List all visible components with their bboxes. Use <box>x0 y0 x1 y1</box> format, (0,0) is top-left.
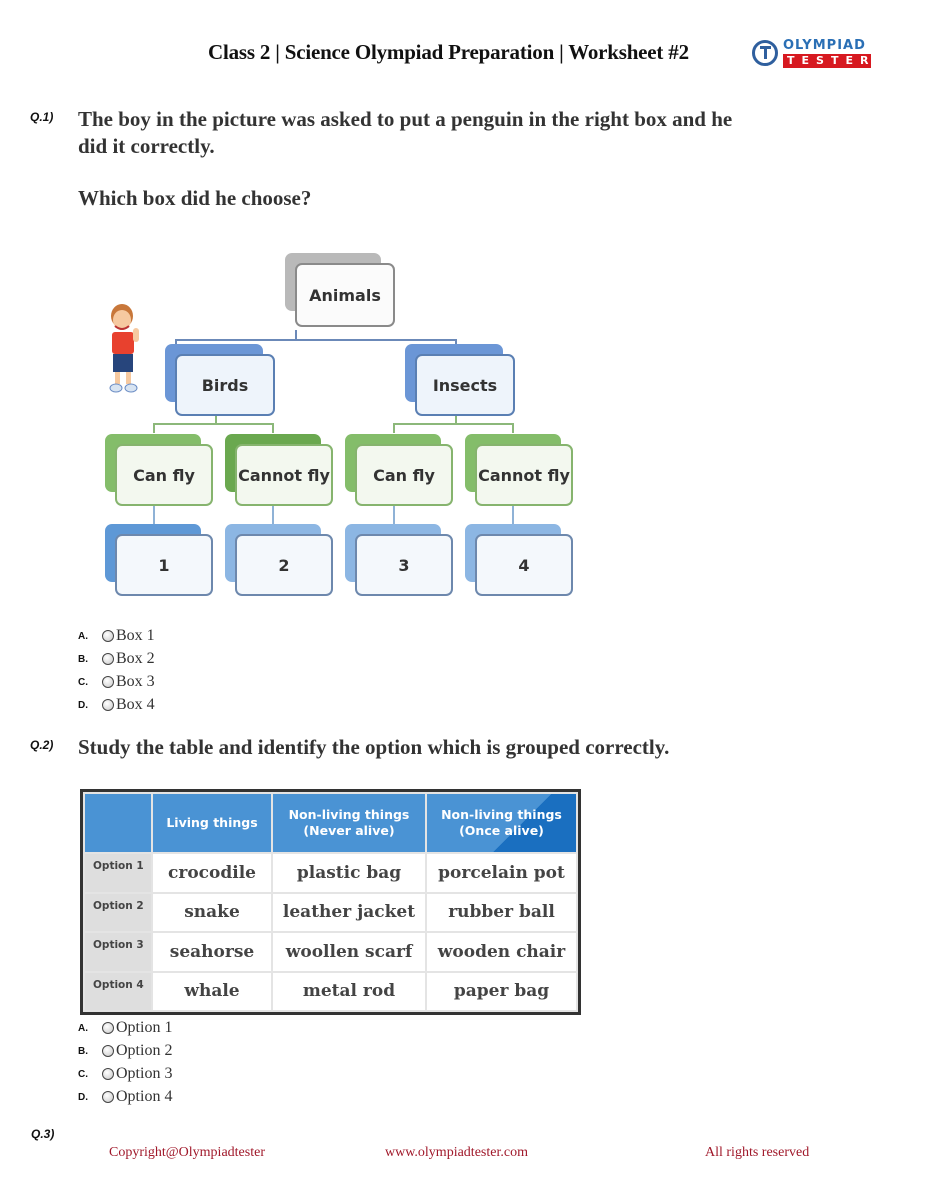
option-letter: D. <box>78 699 88 711</box>
connector <box>272 423 274 433</box>
table-row: Option 3 seahorse woollen scarf wooden c… <box>83 931 578 973</box>
option-label: Option 4 <box>116 1088 173 1105</box>
table-header-once-alive: Non-living things (Once alive) <box>425 792 578 854</box>
table-cell: porcelain pot <box>425 852 578 894</box>
option-letter: C. <box>78 1068 88 1080</box>
footer-website-link[interactable]: www.olympiadtester.com <box>385 1145 528 1161</box>
table-cell: wooden chair <box>425 931 578 973</box>
question-1-prompt: Which box did he choose? <box>78 186 312 210</box>
q1-option-d[interactable]: D. Box 4 <box>78 694 155 716</box>
olympiad-tester-logo: OLYMPIAD TESTER <box>752 38 874 70</box>
option-label: Option 2 <box>116 1042 173 1059</box>
table-header-never-alive: Non-living things (Never alive) <box>271 792 427 854</box>
table-row: Option 2 snake leather jacket rubber bal… <box>83 891 578 933</box>
question-1-number: Q.1) <box>30 110 54 124</box>
connector <box>153 423 155 433</box>
option-label: Box 4 <box>116 696 155 713</box>
option-letter: B. <box>78 1045 88 1057</box>
option-label: Option 1 <box>116 1019 173 1036</box>
option-label: Box 1 <box>116 627 155 644</box>
q2-option-d[interactable]: D. Option 4 <box>78 1086 172 1108</box>
question-1-text-line2: did it correctly. <box>78 134 215 158</box>
option-label: Box 3 <box>116 673 155 690</box>
q2-option-a[interactable]: A. Option 1 <box>78 1017 172 1039</box>
row-label: Option 1 <box>83 852 153 894</box>
option-label: Option 3 <box>116 1065 173 1082</box>
table-cell: seahorse <box>151 931 273 973</box>
connector <box>153 423 274 425</box>
radio-button[interactable] <box>102 676 114 688</box>
q1-option-b[interactable]: B. Box 2 <box>78 648 155 670</box>
option-letter: A. <box>78 1022 88 1034</box>
radio-button[interactable] <box>102 1068 114 1080</box>
classification-table: Living things Non-living things (Never al… <box>80 789 581 1015</box>
table-cell: rubber ball <box>425 891 578 933</box>
table-cell: snake <box>151 891 273 933</box>
table-cell: metal rod <box>271 970 427 1012</box>
footer-copyright: Copyright@Olympiadtester <box>109 1145 265 1160</box>
radio-button[interactable] <box>102 699 114 711</box>
option-letter: C. <box>78 676 88 688</box>
connector <box>393 423 395 433</box>
table-cell: leather jacket <box>271 891 427 933</box>
q1-option-a[interactable]: A. Box 1 <box>78 625 155 647</box>
q2-option-b[interactable]: B. Option 2 <box>78 1040 172 1062</box>
connector <box>153 506 155 526</box>
footer-rights: All rights reserved <box>705 1145 810 1160</box>
table-header-row: Living things Non-living things (Never al… <box>83 792 578 854</box>
table-cell: whale <box>151 970 273 1012</box>
connector <box>175 339 457 341</box>
radio-button[interactable] <box>102 653 114 665</box>
table-row: Option 1 crocodile plastic bag porcelain… <box>83 852 578 894</box>
question-2-number: Q.2) <box>30 738 54 752</box>
table-header-living: Living things <box>151 792 273 854</box>
table-cell: woollen scarf <box>271 931 427 973</box>
table-row: Option 4 whale metal rod paper bag <box>83 970 578 1012</box>
worksheet-title: Class 2 | Science Olympiad Preparation |… <box>208 40 689 64</box>
connector <box>393 423 514 425</box>
table-cell: paper bag <box>425 970 578 1012</box>
question-1-text-line1: The boy in the picture was asked to put … <box>78 107 733 131</box>
q2-option-c[interactable]: C. Option 3 <box>78 1063 172 1085</box>
question-2-text: Study the table and identify the option … <box>78 735 670 759</box>
animal-classification-diagram: Animals Birds Insects Can fly Cannot fly… <box>95 248 615 608</box>
row-label: Option 3 <box>83 931 153 973</box>
option-letter: D. <box>78 1091 88 1103</box>
connector <box>272 506 274 526</box>
radio-button[interactable] <box>102 1045 114 1057</box>
option-label: Box 2 <box>116 650 155 667</box>
power-ring-icon <box>752 40 778 66</box>
radio-button[interactable] <box>102 1091 114 1103</box>
q1-option-c[interactable]: C. Box 3 <box>78 671 155 693</box>
table-cell: crocodile <box>151 852 273 894</box>
table-cell: plastic bag <box>271 852 427 894</box>
radio-button[interactable] <box>102 1022 114 1034</box>
connector <box>512 423 514 433</box>
option-letter: B. <box>78 653 88 665</box>
logo-line1: OLYMPIAD <box>783 38 866 53</box>
logo-line2: TESTER <box>783 54 871 68</box>
row-label: Option 2 <box>83 891 153 933</box>
radio-button[interactable] <box>102 630 114 642</box>
question-3-number: Q.3) <box>31 1127 55 1141</box>
option-letter: A. <box>78 630 88 642</box>
table-header-blank <box>83 792 153 854</box>
connector <box>512 506 514 526</box>
connector <box>393 506 395 526</box>
row-label: Option 4 <box>83 970 153 1012</box>
